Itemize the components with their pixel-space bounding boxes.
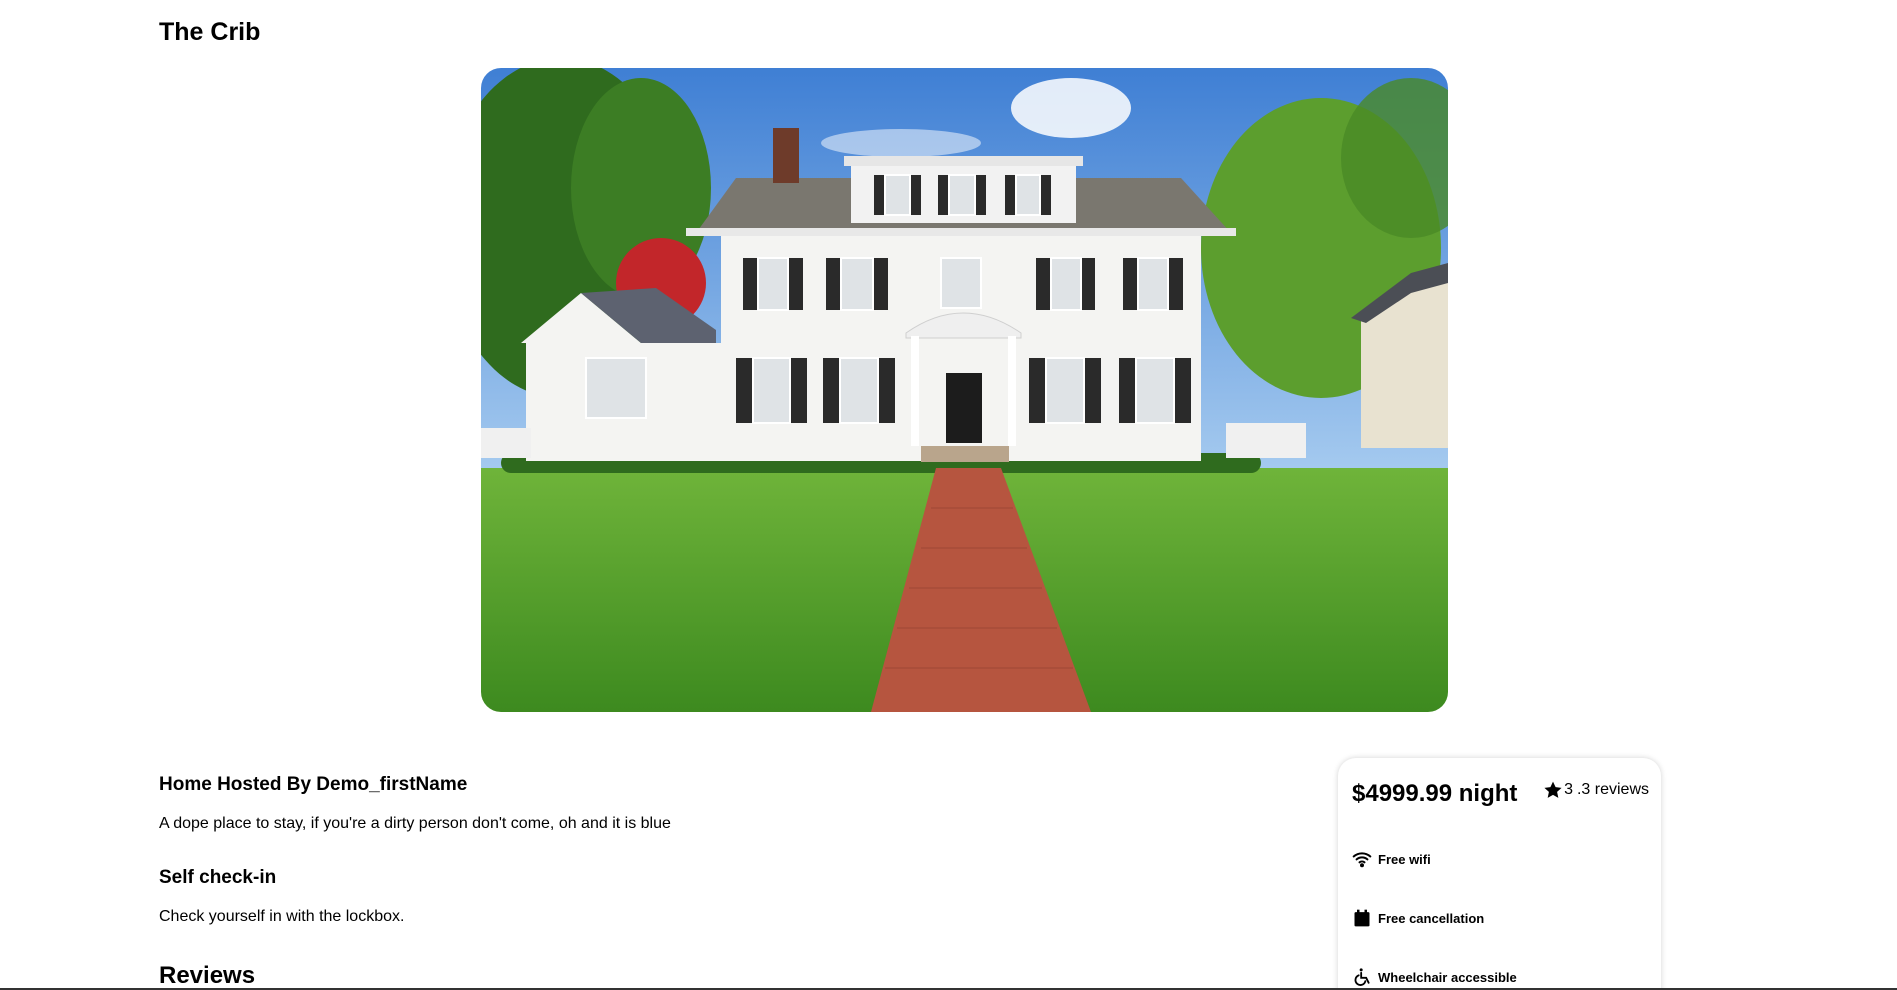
listing-title: The Crib (159, 18, 261, 46)
amenity-wifi: Free wifi (1352, 849, 1431, 869)
host-heading: Home Hosted By Demo_firstName (159, 774, 468, 795)
amenity-cancellation: Free cancellation (1352, 908, 1484, 928)
reviews-heading: Reviews (159, 962, 256, 989)
checkin-text: Check yourself in with the lockbox. (159, 908, 405, 925)
amenity-wheelchair: Wheelchair accessible (1352, 967, 1517, 987)
listing-description: A dope place to stay, if you're a dirty … (159, 815, 671, 832)
amenity-label: Wheelchair accessible (1378, 969, 1517, 985)
listing-photo (481, 68, 1448, 712)
price-per-night: $4999.99 night (1352, 780, 1518, 807)
calendar-icon (1352, 908, 1372, 928)
booking-card: $4999.99 night 3 .3 reviews Free wifi Fr… (1338, 758, 1661, 990)
checkin-heading: Self check-in (159, 867, 277, 888)
amenity-label: Free wifi (1378, 851, 1431, 867)
reviews-count: .3 reviews (1576, 781, 1649, 798)
rating-summary[interactable]: 3 .3 reviews (1543, 780, 1649, 800)
wifi-icon (1352, 849, 1372, 869)
listing-page: The Crib Home Hosted By Demo_firstName A… (0, 0, 1897, 990)
amenity-label: Free cancellation (1378, 910, 1485, 926)
star-icon (1543, 780, 1563, 800)
wheelchair-icon (1352, 967, 1372, 987)
rating-value: 3 (1564, 781, 1573, 798)
